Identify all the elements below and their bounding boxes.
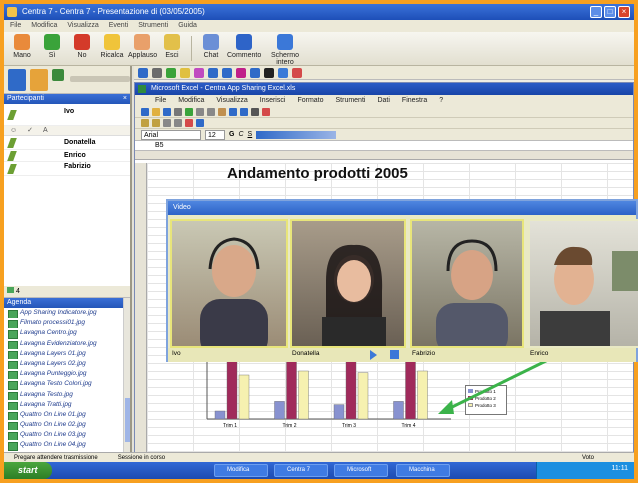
task-button[interactable]: Centra 7	[274, 464, 328, 477]
video-name: Enrico	[530, 350, 549, 357]
task-button[interactable]: Macchina	[396, 464, 450, 477]
start-button[interactable]: start	[4, 462, 52, 479]
stop-icon[interactable]	[390, 350, 399, 359]
video-name: Ivo	[172, 350, 181, 357]
status-bar: Pregare attendere trasmissione Sessione …	[4, 452, 634, 462]
video-name: Fabrizio	[412, 350, 436, 357]
person-icon	[322, 244, 386, 346]
person-icon	[436, 239, 508, 346]
video-strip: Ivo Donatella Fabrizio Enrico	[168, 348, 636, 362]
clock: 11:11	[611, 465, 628, 472]
status-mid: Sessione in corso	[117, 455, 166, 461]
video-feed-enrico[interactable]	[528, 219, 638, 348]
video-title: Video	[168, 201, 636, 215]
taskbar: start Modifica Centra 7 Microsoft Macchi…	[4, 462, 634, 479]
task-button[interactable]: Modifica	[214, 464, 268, 477]
status-right: Voto	[581, 455, 594, 461]
video-window: Video Ivo Donatella Fabrizio Enrico	[166, 199, 638, 362]
video-feed-fabrizio[interactable]	[410, 219, 524, 348]
video-name: Donatella	[292, 350, 320, 357]
video-feed-donatella[interactable]	[290, 219, 406, 348]
system-tray: 11:11	[536, 462, 634, 479]
status-left: Pregare attendere trasmissione	[14, 455, 98, 461]
person-icon	[540, 246, 638, 346]
person-icon	[200, 237, 268, 346]
task-button[interactable]: Microsoft	[334, 464, 388, 477]
video-feed-ivo[interactable]	[170, 219, 288, 348]
play-icon[interactable]	[370, 350, 377, 360]
